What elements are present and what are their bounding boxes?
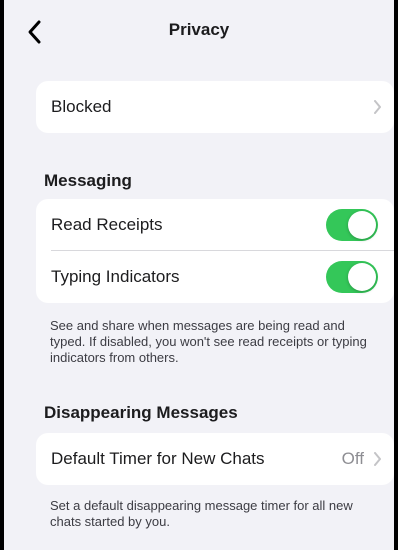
disappearing-card: Default Timer for New Chats Off (36, 433, 394, 485)
chevron-right-icon (374, 452, 381, 466)
messaging-card: Read Receipts Typing Indicators (36, 199, 394, 303)
disappearing-footnote: Set a default disappearing message timer… (50, 498, 353, 529)
toggle-knob (348, 263, 376, 291)
default-timer-row[interactable]: Default Timer for New Chats Off (36, 433, 394, 485)
toggle-knob (348, 211, 376, 239)
typing-indicators-label: Typing Indicators (51, 267, 180, 286)
typing-indicators-toggle[interactable] (326, 261, 378, 293)
chevron-right-icon (374, 100, 381, 114)
read-receipts-label: Read Receipts (51, 215, 163, 234)
navigation-bar: Privacy (4, 0, 394, 64)
privacy-screen: Privacy Blocked Messaging Read Receipts … (4, 0, 394, 550)
default-timer-value: Off (341, 449, 364, 468)
blocked-label: Blocked (51, 97, 112, 116)
typing-indicators-row: Typing Indicators (36, 251, 394, 303)
disappearing-section-header: Disappearing Messages (44, 403, 238, 422)
page-title: Privacy (168, 20, 230, 39)
messaging-footnote: See and share when messages are being re… (50, 318, 367, 365)
blocked-card: Blocked (36, 81, 394, 133)
read-receipts-toggle[interactable] (326, 209, 378, 241)
blocked-row[interactable]: Blocked (36, 81, 394, 133)
messaging-section-header: Messaging (44, 171, 132, 190)
read-receipts-row: Read Receipts (36, 199, 394, 251)
default-timer-label: Default Timer for New Chats (51, 449, 265, 468)
